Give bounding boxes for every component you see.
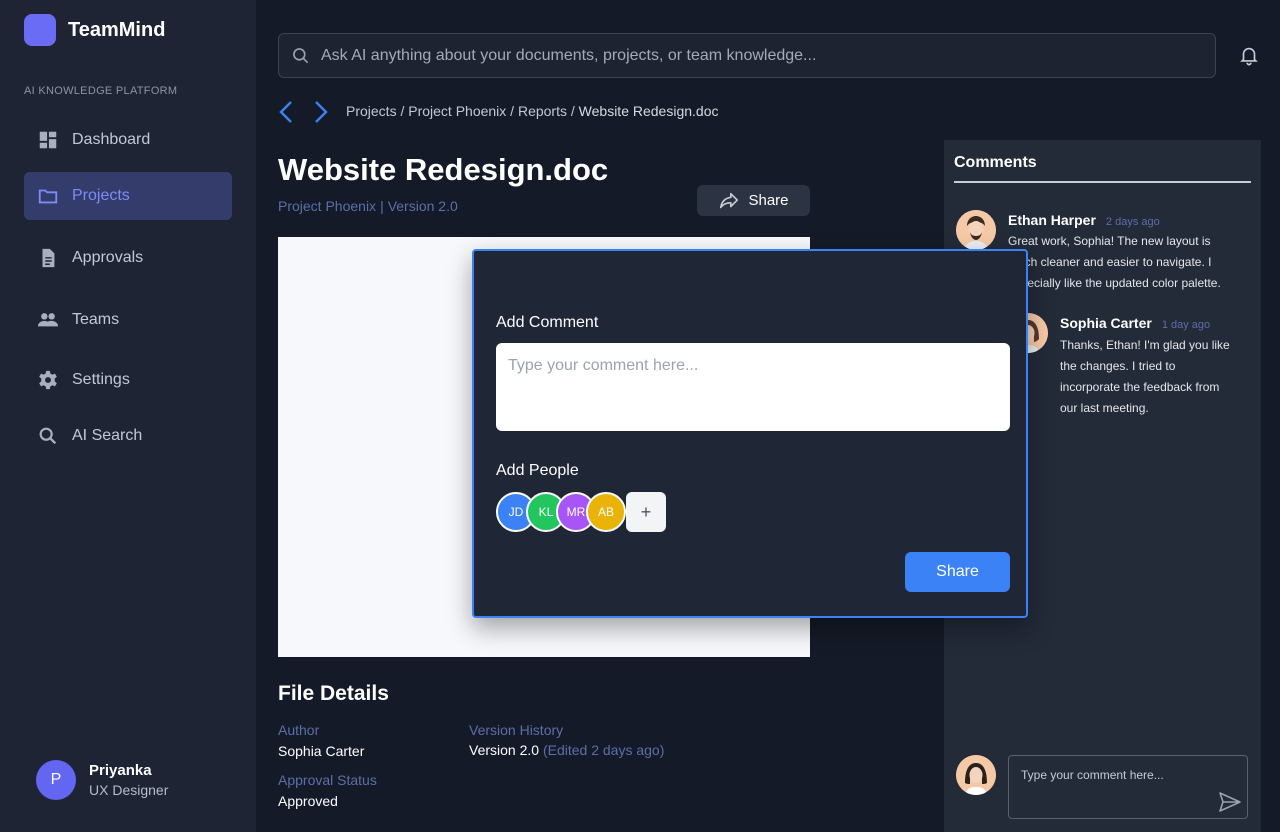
comment-time: 2 days ago: [1105, 216, 1160, 228]
meta-separator: |: [380, 198, 384, 214]
sidebar-item-label: Projects: [72, 187, 130, 204]
forward-chevron-icon[interactable]: [311, 100, 331, 124]
author-label: Author: [278, 722, 320, 738]
avatar: [956, 210, 996, 250]
project-link[interactable]: Project Phoenix: [278, 198, 376, 214]
person-avatar[interactable]: AB: [586, 492, 626, 532]
platform-label: AI KNOWLEDGE PLATFORM: [24, 85, 178, 97]
user-name: Priyanka: [89, 762, 152, 779]
user-profile[interactable]: P Priyanka UX Designer: [36, 760, 168, 800]
comment-input[interactable]: [1021, 768, 1221, 798]
sidebar-item-label: Teams: [72, 311, 120, 328]
approval-status-label: Approval Status: [278, 772, 377, 788]
sidebar-item-settings[interactable]: Settings: [24, 356, 232, 404]
breadcrumb: Projects / Project Phoenix / Reports / W…: [346, 103, 718, 119]
approval-status-value: Approved: [278, 793, 338, 809]
add-people-label: Add People: [496, 462, 579, 479]
share-submit-button[interactable]: Share: [905, 552, 1010, 592]
comments-title: Comments: [954, 154, 1037, 171]
comment-author-name: Ethan Harper: [1008, 212, 1096, 228]
sidebar-item-approvals[interactable]: Approvals: [24, 234, 232, 282]
sidebar-item-label: AI Search: [72, 427, 143, 444]
version-number: Version 2.0: [469, 742, 540, 758]
page-title: Website Redesign.doc: [278, 152, 609, 187]
share-button[interactable]: Share: [697, 185, 810, 216]
sidebar: TeamMind AI KNOWLEDGE PLATFORM Dashboard…: [0, 0, 256, 832]
share-icon: [720, 192, 739, 208]
people-list: JD KL MR AB +: [496, 492, 696, 532]
breadcrumb-current: Website Redesign.doc: [578, 103, 719, 119]
add-comment-label: Add Comment: [496, 314, 599, 331]
file-details-title: File Details: [278, 682, 389, 705]
sidebar-item-ai-search[interactable]: AI Search: [24, 412, 232, 460]
user-role: UX Designer: [89, 782, 169, 798]
search-input[interactable]: [321, 46, 1201, 65]
sidebar-item-dashboard[interactable]: Dashboard: [24, 116, 232, 164]
comment-input-box[interactable]: [1008, 755, 1248, 819]
comment-author: Sophia Carter 1 day ago: [1060, 315, 1210, 331]
bell-icon[interactable]: [1238, 44, 1260, 66]
author-value: Sophia Carter: [278, 743, 365, 759]
people-icon: [37, 309, 59, 331]
dashboard-icon: [37, 129, 59, 151]
ai-search-bar[interactable]: [278, 33, 1216, 78]
search-icon: [37, 425, 59, 447]
comments-divider: [954, 181, 1251, 183]
version-label: Version 2.0: [387, 198, 458, 214]
breadcrumb-path[interactable]: Projects / Project Phoenix / Reports /: [346, 103, 579, 119]
search-icon: [293, 47, 309, 63]
version-history-label: Version History: [469, 722, 564, 738]
folder-icon: [37, 185, 59, 207]
app-name: TeamMind: [68, 18, 166, 41]
avatar: P: [36, 760, 76, 800]
comment-time: 1 day ago: [1161, 319, 1211, 331]
avatar: [956, 755, 996, 795]
send-icon[interactable]: [1218, 791, 1242, 813]
version-edited: (Edited 2 days ago): [542, 742, 665, 758]
logo[interactable]: TeamMind: [24, 14, 165, 46]
back-chevron-icon[interactable]: [276, 100, 296, 124]
comment-text: Thanks, Ethan! I'm glad you like the cha…: [1060, 338, 1230, 415]
sidebar-item-label: Approvals: [72, 249, 144, 266]
comment-text: Great work, Sophia! The new layout is mu…: [1008, 234, 1221, 290]
comment-author: Ethan Harper 2 days ago: [1008, 212, 1160, 228]
version-history-value[interactable]: Version 2.0 (Edited 2 days ago): [469, 742, 664, 758]
comment-author-name: Sophia Carter: [1060, 315, 1152, 331]
add-person-button[interactable]: +: [626, 492, 666, 532]
comment-textarea[interactable]: [496, 343, 1010, 431]
sidebar-item-label: Dashboard: [72, 131, 151, 148]
sidebar-item-teams[interactable]: Teams: [24, 296, 232, 344]
share-button-label: Share: [748, 192, 789, 209]
sidebar-item-label: Settings: [72, 371, 130, 388]
document-meta: Project Phoenix | Version 2.0: [278, 198, 458, 214]
document-icon: [37, 247, 59, 269]
logo-mark-icon: [24, 14, 56, 46]
sidebar-item-projects[interactable]: Projects: [24, 172, 232, 220]
gear-icon: [37, 369, 59, 391]
share-dialog: Add Comment Add People JD KL MR AB + Sha…: [472, 249, 1028, 618]
